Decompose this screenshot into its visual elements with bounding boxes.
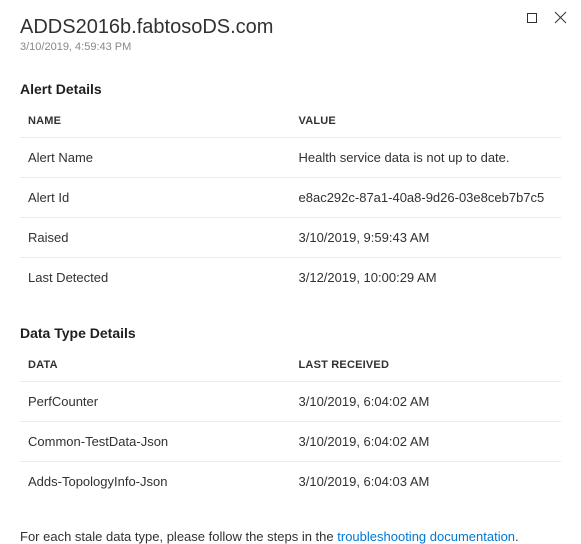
restore-button[interactable] xyxy=(525,12,539,26)
panel-timestamp: 3/10/2019, 4:59:43 PM xyxy=(20,41,561,53)
cell-last-received: 3/10/2019, 6:04:03 AM xyxy=(291,462,562,502)
table-row: Alert Name Health service data is not up… xyxy=(20,138,561,178)
table-row: Raised 3/10/2019, 9:59:43 AM xyxy=(20,218,561,258)
troubleshooting-link[interactable]: troubleshooting documentation xyxy=(337,529,515,544)
cell-name: Alert Id xyxy=(20,178,291,218)
table-row: Adds-TopologyInfo-Json 3/10/2019, 6:04:0… xyxy=(20,462,561,502)
column-header-data: DATA xyxy=(20,349,291,382)
cell-name: Last Detected xyxy=(20,258,291,298)
table-row: Common-TestData-Json 3/10/2019, 6:04:02 … xyxy=(20,422,561,462)
alert-details-heading: Alert Details xyxy=(20,81,561,97)
cell-value: Health service data is not up to date. xyxy=(291,138,562,178)
footnote-prefix: For each stale data type, please follow … xyxy=(20,529,337,544)
column-header-name: NAME xyxy=(20,105,291,138)
alert-detail-panel: ADDS2016b.fabtosoDS.com 3/10/2019, 4:59:… xyxy=(0,0,581,533)
alert-details-table: NAME VALUE Alert Name Health service dat… xyxy=(20,105,561,297)
close-icon xyxy=(554,11,567,27)
column-header-value: VALUE xyxy=(291,105,562,138)
panel-title: ADDS2016b.fabtosoDS.com xyxy=(20,15,561,39)
data-type-details-heading: Data Type Details xyxy=(20,325,561,341)
table-row: PerfCounter 3/10/2019, 6:04:02 AM xyxy=(20,382,561,422)
cell-data: Common-TestData-Json xyxy=(20,422,291,462)
restore-icon xyxy=(526,12,538,27)
cell-data: PerfCounter xyxy=(20,382,291,422)
window-controls xyxy=(525,12,567,26)
cell-data: Adds-TopologyInfo-Json xyxy=(20,462,291,502)
cell-name: Alert Name xyxy=(20,138,291,178)
footnote-suffix: . xyxy=(515,529,519,544)
data-type-details-table: DATA LAST RECEIVED PerfCounter 3/10/2019… xyxy=(20,349,561,501)
table-row: Alert Id e8ac292c-87a1-40a8-9d26-03e8ceb… xyxy=(20,178,561,218)
cell-value: 3/10/2019, 9:59:43 AM xyxy=(291,218,562,258)
cell-last-received: 3/10/2019, 6:04:02 AM xyxy=(291,382,562,422)
cell-last-received: 3/10/2019, 6:04:02 AM xyxy=(291,422,562,462)
cell-value: e8ac292c-87a1-40a8-9d26-03e8ceb7b7c5 xyxy=(291,178,562,218)
close-button[interactable] xyxy=(553,12,567,26)
footnote: For each stale data type, please follow … xyxy=(20,529,561,544)
cell-name: Raised xyxy=(20,218,291,258)
column-header-last-received: LAST RECEIVED xyxy=(291,349,562,382)
cell-value: 3/12/2019, 10:00:29 AM xyxy=(291,258,562,298)
table-row: Last Detected 3/12/2019, 10:00:29 AM xyxy=(20,258,561,298)
